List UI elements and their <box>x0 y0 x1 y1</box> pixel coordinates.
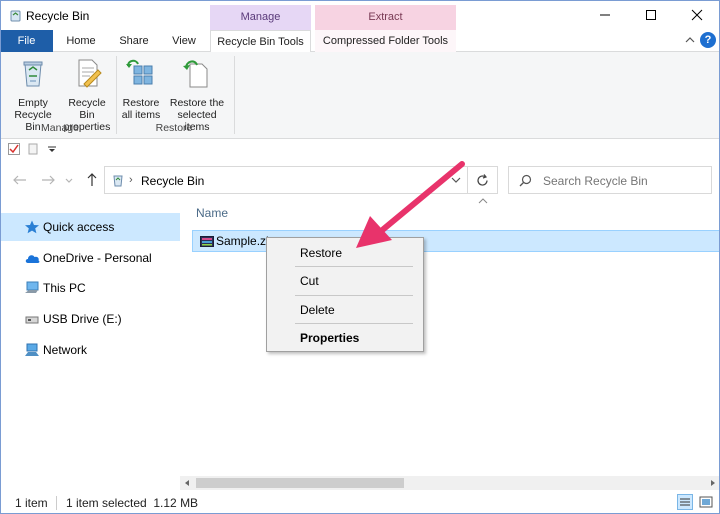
computer-icon <box>25 281 39 293</box>
tab-home[interactable]: Home <box>59 30 103 52</box>
group-separator <box>116 56 117 134</box>
restore-all-items-button[interactable]: Restore all items <box>118 56 164 121</box>
manage-group-label: Manage <box>41 122 79 134</box>
quick-access-toolbar <box>0 140 720 160</box>
nav-item-usb-drive[interactable]: USB Drive (E:) <box>0 305 180 333</box>
restore-all-icon <box>126 59 153 85</box>
empty-line1: Empty <box>18 97 48 109</box>
star-icon <box>25 220 39 234</box>
zip-archive-icon <box>200 236 214 247</box>
nav-item-label: This PC <box>43 281 86 295</box>
menu-item-label: Cut <box>300 274 319 288</box>
tab-file[interactable]: File <box>0 30 53 52</box>
network-icon <box>25 343 39 356</box>
nav-item-onedrive[interactable]: OneDrive - Personal <box>0 244 180 272</box>
context-menu-delete[interactable]: Delete <box>268 298 422 322</box>
group-separator <box>234 56 235 134</box>
nav-item-this-pc[interactable]: This PC <box>0 274 180 302</box>
breadcrumb-chevron-icon[interactable]: › <box>129 174 133 186</box>
address-path: Recycle Bin <box>141 174 205 188</box>
nav-item-quick-access[interactable]: Quick access <box>0 213 180 241</box>
refresh-icon <box>477 174 488 186</box>
extract-context-header: Extract <box>315 5 456 30</box>
search-icon <box>519 174 532 187</box>
menu-item-label: Delete <box>300 303 335 317</box>
file-name: Sample.zi <box>216 234 269 248</box>
menu-separator <box>295 266 413 267</box>
menu-item-label: Properties <box>300 331 360 345</box>
sort-ascending-icon <box>478 198 488 204</box>
menu-separator <box>295 323 413 324</box>
usb-drive-icon <box>25 316 39 324</box>
ribbon-tabs: File Home Share View Recycle Bin Tools C… <box>0 30 720 53</box>
horizontal-scrollbar[interactable] <box>180 476 720 490</box>
properties-icon <box>78 59 102 88</box>
navigation-pane: Quick access OneDrive - Personal This PC… <box>0 200 180 490</box>
menu-separator <box>295 295 413 296</box>
up-arrow-icon[interactable] <box>84 172 100 188</box>
details-view-icon[interactable] <box>677 494 693 510</box>
nav-item-label: OneDrive - Personal <box>43 251 152 265</box>
recent-locations-dropdown-icon[interactable] <box>64 172 74 188</box>
nav-item-label: Quick access <box>43 220 115 234</box>
search-input[interactable] <box>543 171 707 191</box>
scroll-left-icon[interactable] <box>183 479 191 487</box>
column-header-name[interactable]: Name <box>196 206 228 220</box>
scroll-right-icon[interactable] <box>709 479 717 487</box>
ribbon: Empty Recycle Bin Recycle Bin properties… <box>0 52 720 139</box>
tab-recycle-bin-tools[interactable]: Recycle Bin Tools <box>210 30 311 53</box>
status-selection: 1 item selected 1.12 MB <box>66 496 199 510</box>
extract-context-label: Extract <box>368 11 403 23</box>
scrollbar-thumb[interactable] <box>196 478 404 488</box>
nav-item-label: Network <box>43 343 88 357</box>
forward-arrow-icon[interactable] <box>40 172 56 188</box>
properties-check-icon[interactable] <box>8 143 20 155</box>
minimize-icon <box>600 14 610 16</box>
large-icons-view-icon[interactable] <box>698 494 714 510</box>
restore-group-label: Restore <box>155 122 193 134</box>
manage-context-label: Manage <box>240 11 281 23</box>
restore-sel-line1: Restore the <box>169 97 225 109</box>
help-icon[interactable]: ? <box>700 32 716 48</box>
tab-view[interactable]: View <box>164 30 204 52</box>
search-box <box>508 166 712 194</box>
maximize-button[interactable] <box>628 0 674 30</box>
window-title: Recycle Bin <box>26 9 90 23</box>
restore-all-line2: all items <box>121 109 161 121</box>
close-button[interactable] <box>674 0 720 30</box>
chevron-up-icon[interactable] <box>684 34 696 46</box>
tab-compressed-folder-tools[interactable]: Compressed Folder Tools <box>315 30 456 52</box>
menu-item-label: Restore <box>300 246 343 260</box>
tab-share[interactable]: Share <box>112 30 156 52</box>
status-item-count: 1 item <box>15 496 48 510</box>
annotation-arrow-icon <box>356 161 465 248</box>
back-arrow-icon[interactable] <box>12 172 28 188</box>
nav-item-label: USB Drive (E:) <box>43 312 122 326</box>
manage-context-header: Manage <box>210 5 311 30</box>
recycle-bin-icon <box>113 175 123 187</box>
props-line1: Recycle Bin <box>68 97 106 121</box>
maximize-icon <box>646 10 656 20</box>
recycle-bin-icon <box>10 10 21 22</box>
minimize-button[interactable] <box>582 0 628 30</box>
restore-selected-icon <box>183 60 208 88</box>
new-folder-icon[interactable] <box>28 143 38 155</box>
refresh-button[interactable] <box>468 166 498 194</box>
restore-all-line1: Restore <box>122 97 160 109</box>
nav-item-network[interactable]: Network <box>0 336 180 364</box>
status-bar: 1 item 1 item selected 1.12 MB <box>0 490 720 514</box>
cloud-icon <box>25 255 40 263</box>
customize-dropdown-icon[interactable] <box>48 146 56 152</box>
empty-recycle-bin-icon <box>23 61 43 87</box>
close-icon <box>691 9 703 21</box>
context-menu-properties[interactable]: Properties <box>268 326 422 350</box>
context-menu-cut[interactable]: Cut <box>268 269 422 293</box>
